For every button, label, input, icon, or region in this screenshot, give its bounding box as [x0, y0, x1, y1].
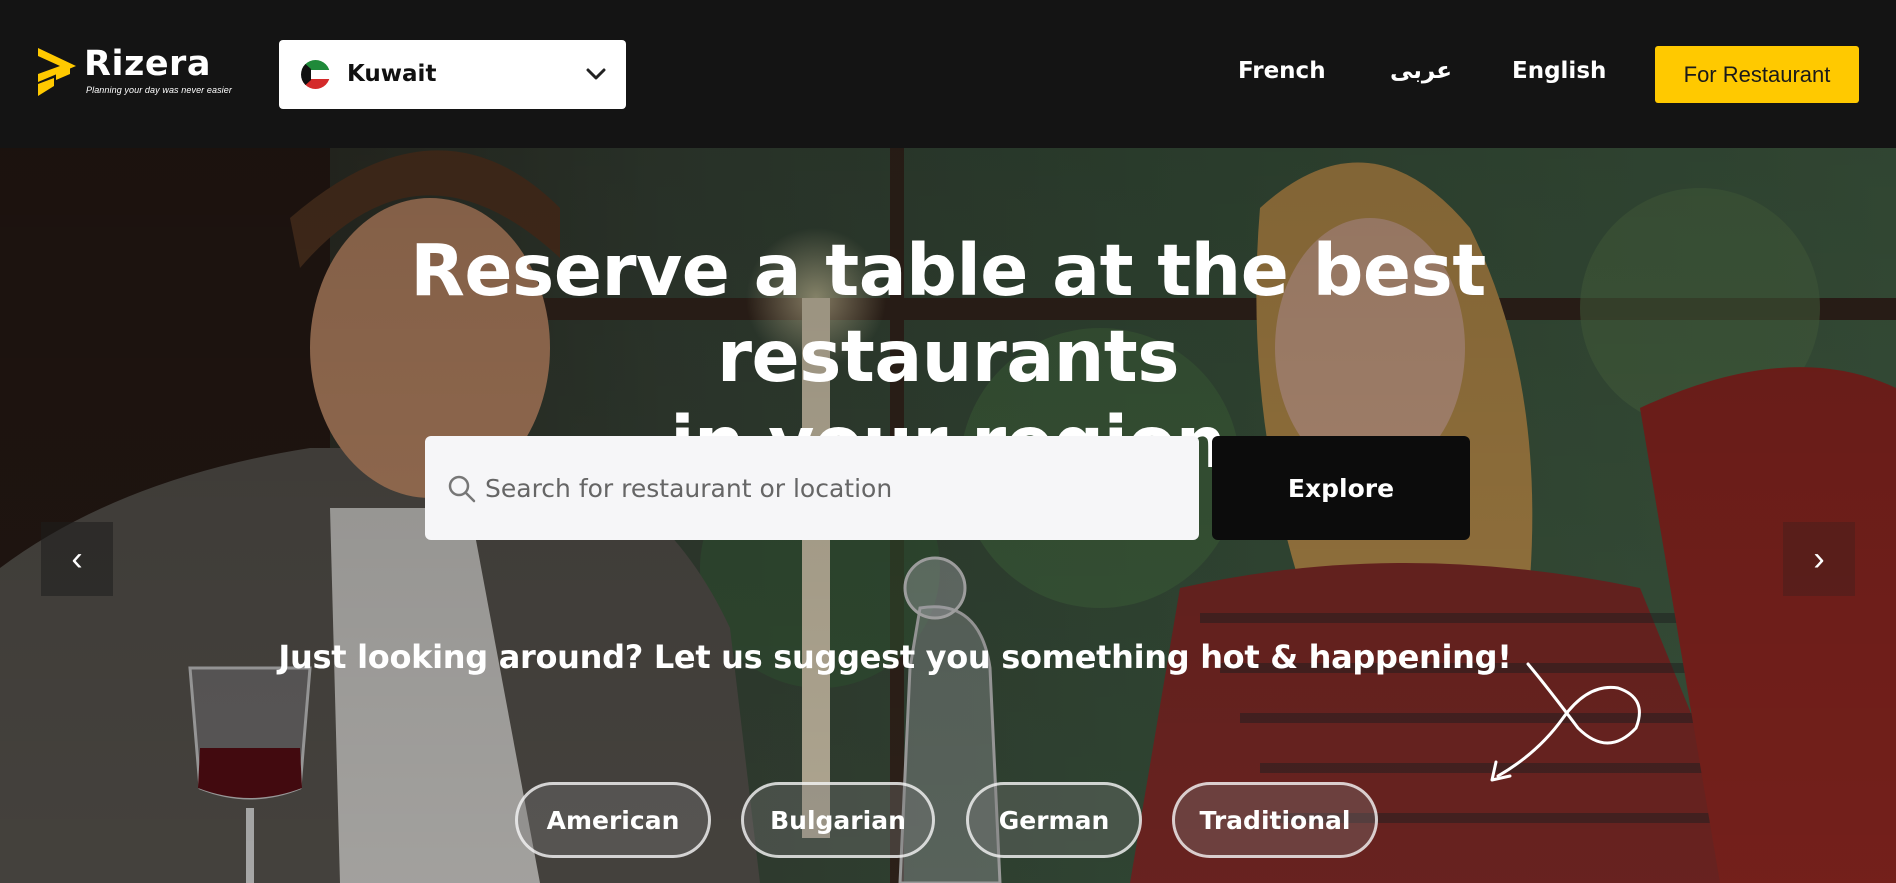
search-box [425, 436, 1199, 540]
rizera-logo-mark-icon [38, 48, 76, 96]
logo-wordmark: Rizera [84, 44, 211, 84]
cuisine-chip-traditional[interactable]: Traditional [1172, 782, 1378, 858]
hero-banner: Reserve a table at the best restaurants … [0, 148, 1896, 883]
language-arabic-link[interactable]: عربى [1390, 58, 1452, 84]
cuisine-chip-bulgarian[interactable]: Bulgarian [741, 782, 935, 858]
selected-country: Kuwait [347, 61, 437, 87]
cuisine-chip-german[interactable]: German [966, 782, 1142, 858]
search-icon [448, 475, 476, 503]
language-french-link[interactable]: French [1238, 58, 1326, 84]
hero-title-line-1: Reserve a table at the best restaurants [410, 229, 1486, 398]
curly-arrow-icon [1490, 662, 1641, 782]
explore-button[interactable]: Explore [1212, 436, 1470, 540]
suggestion-text-label: Just looking around? Let us suggest you … [278, 638, 1512, 676]
rizera-logo[interactable]: Rizera Planning your day was never easie… [34, 44, 232, 106]
search-input[interactable] [485, 436, 1185, 540]
top-navigation-bar: Rizera Planning your day was never easie… [0, 0, 1896, 148]
country-selector[interactable]: Kuwait [279, 40, 626, 109]
cuisine-chip-american[interactable]: American [515, 782, 711, 858]
logo-tagline: Planning your day was never easier [86, 85, 232, 95]
for-restaurant-button[interactable]: For Restaurant [1655, 46, 1859, 103]
language-english-link[interactable]: English [1512, 58, 1606, 84]
carousel-next-button[interactable]: › [1783, 522, 1855, 596]
carousel-prev-button[interactable]: ‹ [41, 522, 113, 596]
kuwait-flag-icon [301, 60, 330, 89]
chevron-down-icon [586, 68, 606, 80]
